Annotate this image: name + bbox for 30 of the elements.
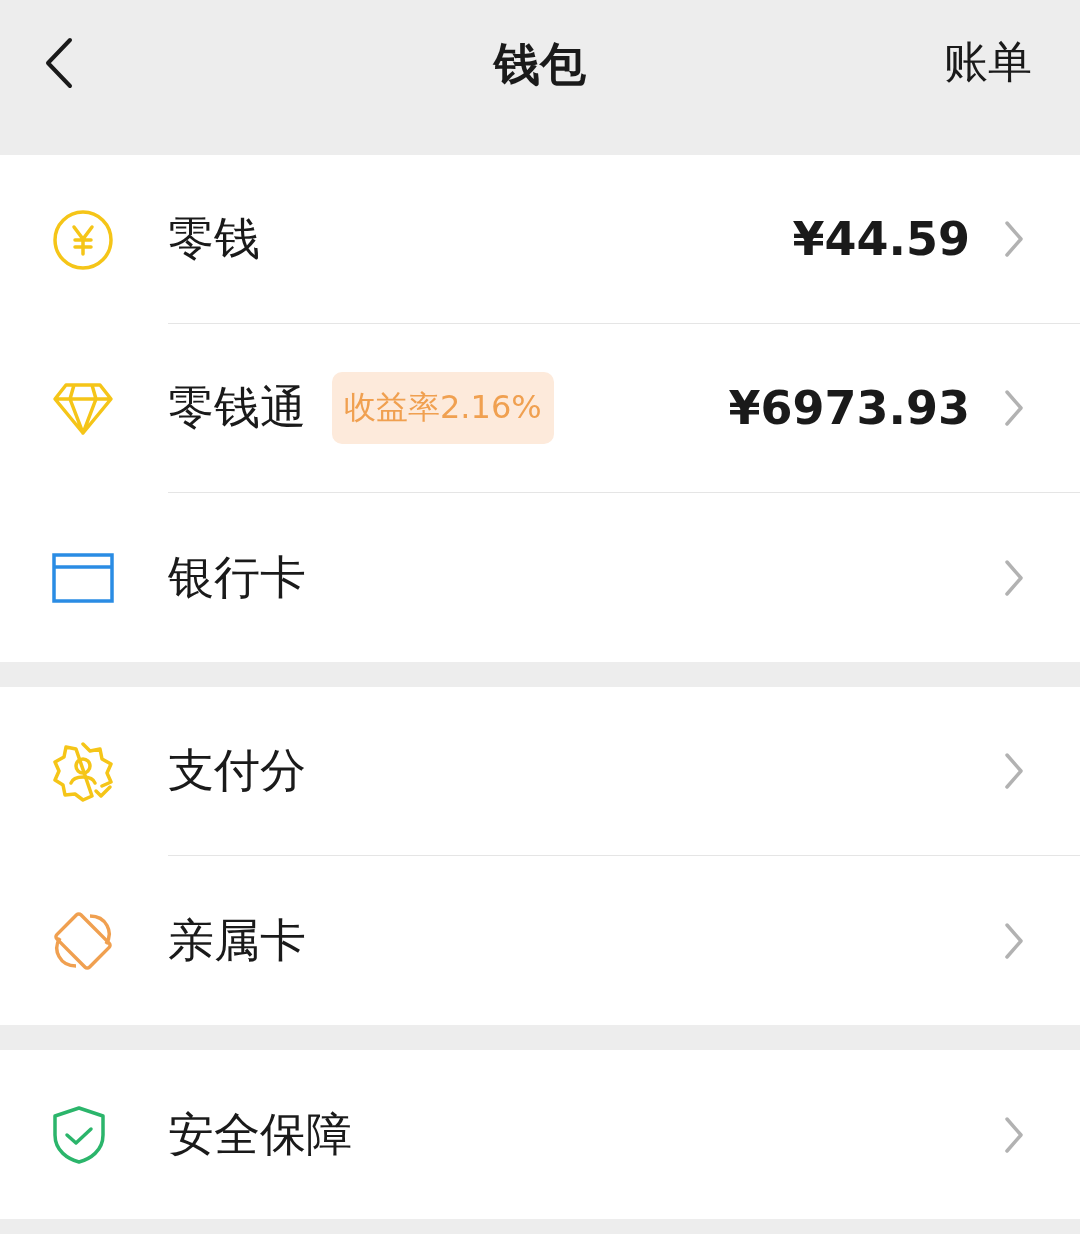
back-icon[interactable]: [44, 36, 74, 89]
row-label: 亲属卡: [168, 911, 306, 969]
menu-row[interactable]: 安全保障: [0, 1050, 1080, 1219]
chevron-icon: [1004, 389, 1024, 427]
shield-check-icon: [52, 1104, 106, 1165]
yield-tag: 收益率2.16%: [332, 372, 554, 444]
chevron-icon: [1004, 1115, 1024, 1154]
chevron-icon: [1004, 558, 1024, 597]
row-label: 安全保障: [168, 1105, 352, 1163]
card-icon: [52, 552, 114, 603]
menu-row[interactable]: 亲属卡: [0, 856, 1080, 1025]
row-label: 银行卡: [168, 548, 306, 606]
menu-row[interactable]: 银行卡: [0, 493, 1080, 662]
chevron-icon: [1004, 921, 1024, 960]
menu-row[interactable]: 支付分: [0, 687, 1080, 856]
page-title: 钱包: [494, 36, 586, 93]
bill-link[interactable]: 账单: [944, 33, 1032, 92]
menu-row[interactable]: 零钱 ¥44.59: [0, 155, 1080, 324]
row-label: 零钱: [168, 210, 260, 267]
balance-amount: ¥44.59: [792, 212, 970, 266]
yen-coin-icon: [52, 208, 114, 271]
badge-person-icon: [52, 740, 114, 803]
diamond-icon: [52, 381, 114, 436]
balance-amount: ¥6973.93: [728, 381, 970, 435]
chevron-icon: [1004, 752, 1024, 790]
row-label: 支付分: [168, 742, 306, 799]
row-label: 零钱通: [168, 379, 306, 436]
menu-row[interactable]: 零钱通 收益率2.16% ¥6973.93: [0, 324, 1080, 493]
chevron-icon: [1004, 220, 1024, 258]
card-ring-icon: [52, 909, 114, 972]
